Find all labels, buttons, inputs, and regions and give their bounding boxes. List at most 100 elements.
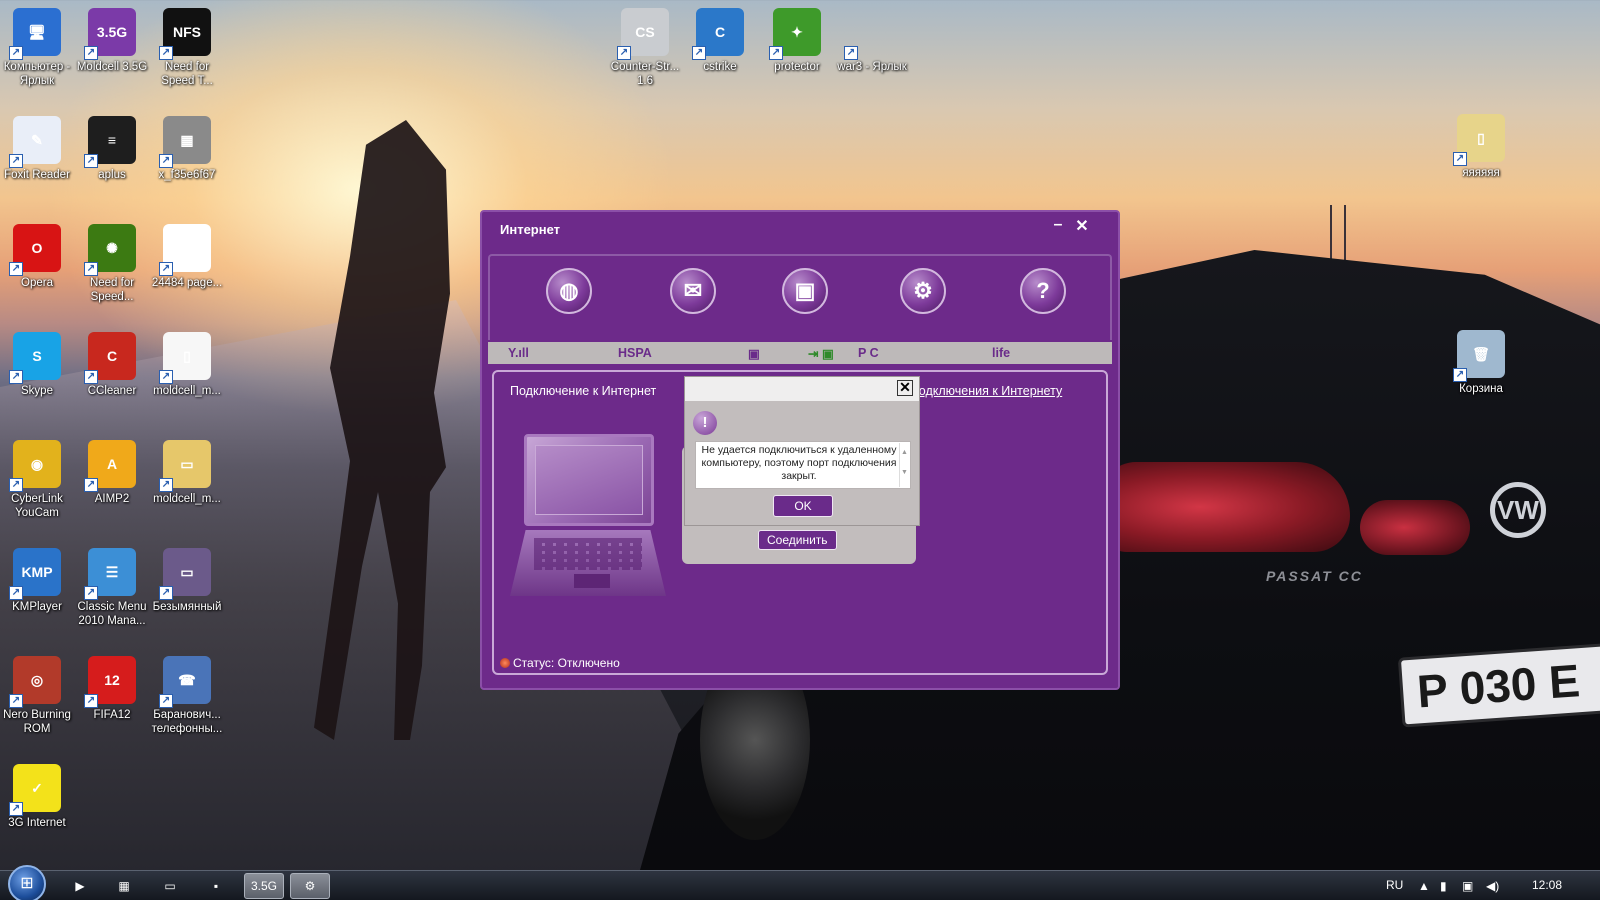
desktop-shortcut-icon: ✓ ↗ — [9, 764, 61, 816]
desktop-shortcut[interactable]: ✦ ↗ protector — [760, 8, 834, 74]
desktop-shortcut-glyph: ✎ — [31, 131, 43, 148]
desktop-shortcut-label: aplus — [98, 169, 126, 181]
connection-settings-link[interactable]: подключения к Интернету — [912, 384, 1062, 398]
desktop-shortcut-label: FIFA12 — [93, 709, 131, 721]
desktop-shortcut[interactable]: ▭ ↗ Безымянный — [150, 548, 224, 614]
wallpaper-car-badge: PASSAT CC — [1266, 568, 1363, 584]
desktop-shortcut-icon: ▯ ↗ — [1453, 114, 1505, 166]
clock[interactable]: 12:08 — [1532, 878, 1562, 892]
desktop-shortcut[interactable]: NFS ↗ Need for Speed T... — [150, 8, 224, 88]
desktop-shortcut-label: 24484 page... — [151, 277, 223, 289]
desktop-shortcut[interactable]: 12 ↗ FIFA12 — [75, 656, 149, 722]
desktop-shortcut[interactable]: ▭ ↗ moldcell_m... — [150, 440, 224, 506]
message-scrollbar[interactable]: ▲ ▼ — [899, 443, 909, 487]
desktop-shortcut[interactable]: CS ↗ Counter-Str... 1.6 — [608, 8, 682, 88]
desktop-shortcut-glyph: ≡ — [107, 132, 117, 148]
desktop-shortcut[interactable]: C ↗ cstrike — [683, 8, 757, 74]
shortcut-arrow-icon: ↗ — [159, 586, 173, 600]
desktop-shortcut[interactable]: 🗑 ↗ Корзина — [1444, 330, 1518, 396]
laptop-illustration — [508, 434, 668, 600]
desktop-shortcut[interactable]: C ↗ CCleaner — [75, 332, 149, 398]
internet-globe-icon[interactable]: ◍ — [546, 268, 592, 314]
desktop-shortcut-label: war3 - Ярлык — [837, 61, 907, 73]
desktop-shortcut-icon: 12 ↗ — [84, 656, 136, 708]
desktop-shortcut-label: Opera — [21, 277, 53, 289]
desktop-shortcut[interactable]: ◎ ↗ Nero Burning ROM — [0, 656, 74, 736]
network-tray-icon[interactable]: ▣ — [1462, 879, 1473, 893]
network-type-label: HSPA — [618, 346, 652, 360]
desktop-shortcut[interactable]: ↗ war3 - Ярлык — [835, 8, 909, 74]
desktop-shortcut[interactable]: ◉ ↗ CyberLink YouCam — [0, 440, 74, 520]
desktop-shortcut[interactable]: ☰ ↗ Classic Menu 2010 Mana... — [75, 548, 149, 628]
dialog-close-button[interactable]: ✕ — [897, 380, 913, 396]
desktop-shortcut-glyph: ◉ — [30, 455, 44, 472]
shortcut-arrow-icon: ↗ — [84, 154, 98, 168]
desktop-shortcut[interactable]: 🖥 ↗ Компьютер - Ярлык — [0, 8, 74, 88]
contacts-book-icon[interactable]: ▣ — [782, 268, 828, 314]
desktop-shortcut[interactable]: ☎ ↗ Баранович... телефонны... — [150, 656, 224, 736]
desktop-shortcut-label: CyberLink YouCam — [11, 493, 63, 519]
desktop-shortcut-icon: ▯ ↗ — [159, 332, 211, 384]
minimize-button[interactable]: – — [1048, 216, 1068, 234]
shortcut-arrow-icon: ↗ — [84, 46, 98, 60]
connect-button[interactable]: Соединить — [758, 530, 837, 550]
help-question-icon[interactable]: ? — [1020, 268, 1066, 314]
desktop-shortcut-icon: CS ↗ — [617, 8, 669, 60]
ok-button[interactable]: OK — [773, 495, 833, 517]
desktop-shortcut[interactable]: ▯ ↗ яяяяяя — [1444, 114, 1518, 180]
media-player-taskbar-button[interactable]: ▶ — [60, 873, 100, 899]
messages-envelope-icon[interactable]: ✉ — [670, 268, 716, 314]
desktop-shortcut-label: Компьютер - Ярлык — [3, 61, 71, 87]
desktop-shortcut-icon: ☎ ↗ — [159, 656, 211, 708]
desktop-shortcut-icon: ◎ ↗ — [9, 656, 61, 708]
operator-label: life — [992, 346, 1011, 360]
desktop-shortcut[interactable]: KMP ↗ KMPlayer — [0, 548, 74, 614]
desktop-shortcut-label: Skype — [21, 385, 53, 397]
desktop-shortcut[interactable]: ✓ ↗ 3G Internet — [0, 764, 74, 830]
desktop-shortcut-glyph: ▦ — [180, 131, 194, 148]
desktop-shortcut-glyph: ☰ — [105, 563, 119, 580]
close-window-button[interactable]: ✕ — [1072, 216, 1092, 236]
language-indicator[interactable]: RU — [1386, 878, 1403, 892]
desktop-shortcut[interactable]: ▤ ↗ 24484 page... — [150, 224, 224, 290]
desktop-shortcut-label: x_f35e6f67 — [158, 169, 216, 181]
error-dialog: ✕ ! Не удается подключиться к удаленному… — [684, 376, 920, 526]
tray-expand-icon[interactable]: ▲ — [1418, 879, 1430, 893]
desktop-shortcut-label: Корзина — [1459, 383, 1503, 395]
moldcell-taskbar-button[interactable]: 3.5G — [244, 873, 284, 899]
desktop-shortcut-icon: ▭ ↗ — [159, 440, 211, 492]
desktop-shortcut[interactable]: S ↗ Skype — [0, 332, 74, 398]
wallpaper-vw-logo: VW — [1490, 482, 1546, 538]
desktop-shortcut-glyph: O — [31, 240, 43, 256]
save-taskbar-button[interactable]: ▪ — [196, 873, 236, 899]
start-button[interactable]: ⊞ — [8, 865, 46, 900]
calendar-taskbar-button[interactable]: ▦ — [104, 873, 144, 899]
desktop-shortcut-glyph: C — [106, 348, 118, 364]
desktop-shortcut[interactable]: 3.5G ↗ Moldcell 3.5G — [75, 8, 149, 74]
desktop-shortcut-label: Need for Speed... — [89, 277, 135, 303]
desktop-shortcut[interactable]: ▦ ↗ x_f35e6f67 — [150, 116, 224, 182]
desktop-shortcut-glyph: 3.5G — [96, 24, 128, 40]
shortcut-arrow-icon: ↗ — [9, 478, 23, 492]
desktop-shortcut-label: 3G Internet — [8, 817, 66, 829]
shortcut-arrow-icon: ↗ — [9, 154, 23, 168]
explorer-taskbar-button[interactable]: ▭ — [150, 873, 190, 899]
settings-gears-icon[interactable]: ⚙ — [900, 268, 946, 314]
desktop-shortcut-label: Безымянный — [152, 601, 222, 613]
desktop-shortcut[interactable]: O ↗ Opera — [0, 224, 74, 290]
volume-icon[interactable]: ◀) — [1486, 879, 1499, 893]
wallpaper-license-plate: P 030 E — [1397, 642, 1600, 728]
shortcut-arrow-icon: ↗ — [84, 694, 98, 708]
taskbar: ⊞ ▶ ▦ ▭ ▪ 3.5G ⚙ RU ▲ ▮ ▣ ◀) 12:08 — [0, 865, 1600, 900]
desktop-shortcut-glyph: ▯ — [1477, 129, 1485, 146]
signal-strength-icon: Y.ıll — [508, 346, 529, 360]
shortcut-arrow-icon: ↗ — [84, 478, 98, 492]
battery-icon[interactable]: ▮ — [1440, 879, 1447, 893]
wallpaper-taillight — [1100, 462, 1350, 552]
desktop-shortcut[interactable]: ≡ ↗ aplus — [75, 116, 149, 182]
desktop-shortcut[interactable]: A ↗ AIMP2 — [75, 440, 149, 506]
desktop-shortcut[interactable]: ▯ ↗ moldcell_m... — [150, 332, 224, 398]
desktop-shortcut[interactable]: ✺ ↗ Need for Speed... — [75, 224, 149, 304]
tools-taskbar-button[interactable]: ⚙ — [290, 873, 330, 899]
desktop-shortcut[interactable]: ✎ ↗ Foxit Reader — [0, 116, 74, 182]
